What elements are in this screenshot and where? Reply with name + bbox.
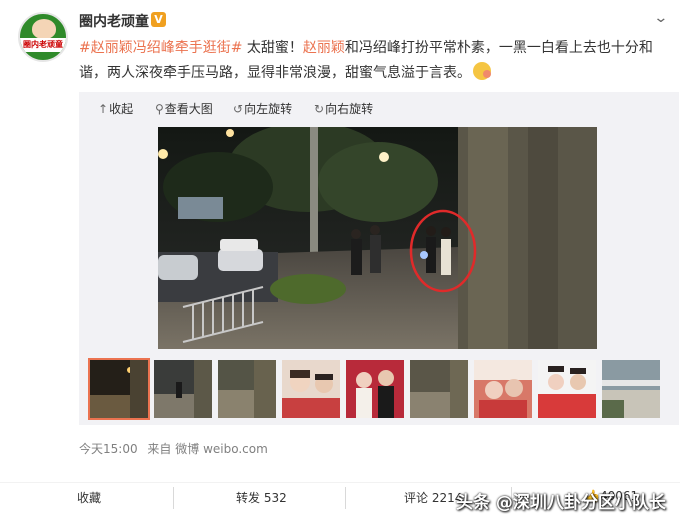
verified-badge-icon: V [151, 12, 166, 27]
thumbnail-1[interactable] [88, 358, 150, 420]
post-meta: 今天15:00 来自 微博 weibo.com [79, 440, 268, 457]
favorite-button[interactable]: 收藏 [77, 489, 101, 506]
thumbnail-9-image [602, 360, 660, 418]
collapse-up-arrow-icon: ↑ [98, 102, 109, 116]
thumbnail-9[interactable] [602, 360, 660, 418]
action-divider-1 [173, 487, 174, 509]
rotate-left-label: 向左旋转 [244, 102, 293, 116]
post-time[interactable]: 今天15:00 [79, 442, 138, 456]
thumbnail-6[interactable] [410, 360, 468, 418]
rotate-right-button[interactable]: ↻向右旋转 [314, 100, 373, 117]
comment-button[interactable]: 评论 2214 [404, 489, 462, 506]
source-link[interactable]: 微博 weibo.com [175, 442, 268, 456]
view-large-button[interactable]: ⚲查看大图 [155, 100, 213, 117]
weibo-post-card: 圈内老顽童 圈内老顽童 V ⌄ #赵丽颖冯绍峰牵手逛街# 太甜蜜！赵丽颖和冯绍峰… [0, 0, 680, 526]
mention-link[interactable]: 赵丽颖 [303, 40, 345, 56]
source-prefix: 来自 [147, 442, 172, 456]
chevron-down-icon[interactable]: ⌄ [653, 10, 668, 26]
rotate-right-icon: ↻ [314, 102, 325, 116]
thumbnail-7[interactable] [474, 360, 532, 418]
thumbnail-5-image [346, 360, 404, 418]
avatar-face [32, 19, 56, 39]
thumbnail-3-image [218, 360, 276, 418]
night-street-photo [158, 127, 597, 349]
media-toolbar: ↑收起 ⚲查看大图 ↺向左旋转 ↻向右旋转 [79, 92, 679, 122]
media-panel: ↑收起 ⚲查看大图 ↺向左旋转 ↻向右旋转 [79, 92, 679, 425]
username[interactable]: 圈内老顽童 [79, 11, 149, 31]
thumbnail-4[interactable] [282, 360, 340, 418]
action-divider-2 [345, 487, 346, 509]
blush-emoji-icon [473, 62, 491, 80]
rotate-left-button[interactable]: ↺向左旋转 [233, 100, 292, 117]
rotate-right-label: 向右旋转 [325, 102, 374, 116]
rotate-left-icon: ↺ [233, 102, 244, 116]
thumbnail-4-image [282, 360, 340, 418]
post-text: #赵丽颖冯绍峰牵手逛街# 太甜蜜！赵丽颖和冯绍峰打扮平常朴素，一黑一白看上去也十… [79, 36, 664, 86]
post-text-part-1: 太甜蜜！ [242, 40, 303, 56]
collapse-label: 收起 [109, 102, 134, 116]
thumbnail-1-image [90, 360, 148, 418]
magnifier-icon: ⚲ [155, 102, 164, 116]
thumbnail-8[interactable] [538, 360, 596, 418]
thumbnail-2[interactable] [154, 360, 212, 418]
repost-button[interactable]: 转发 532 [236, 489, 287, 506]
topic-tag-link[interactable]: #赵丽颖冯绍峰牵手逛街# [79, 40, 242, 56]
thumbnail-strip [88, 358, 679, 420]
avatar-logo-text: 圈内老顽童 [23, 40, 63, 49]
thumbnail-2-image [154, 360, 212, 418]
view-large-label: 查看大图 [164, 102, 213, 116]
main-photo[interactable] [158, 127, 597, 349]
thumbnail-8-image [538, 360, 596, 418]
thumbnail-5[interactable] [346, 360, 404, 418]
thumbnail-7-image [474, 360, 532, 418]
thumbnail-3[interactable] [218, 360, 276, 418]
thumbnail-6-image [410, 360, 468, 418]
collapse-button[interactable]: ↑收起 [98, 100, 133, 117]
avatar[interactable]: 圈内老顽童 [18, 12, 68, 62]
watermark-text: 头条 @深圳八卦分区小队长 [456, 493, 666, 513]
